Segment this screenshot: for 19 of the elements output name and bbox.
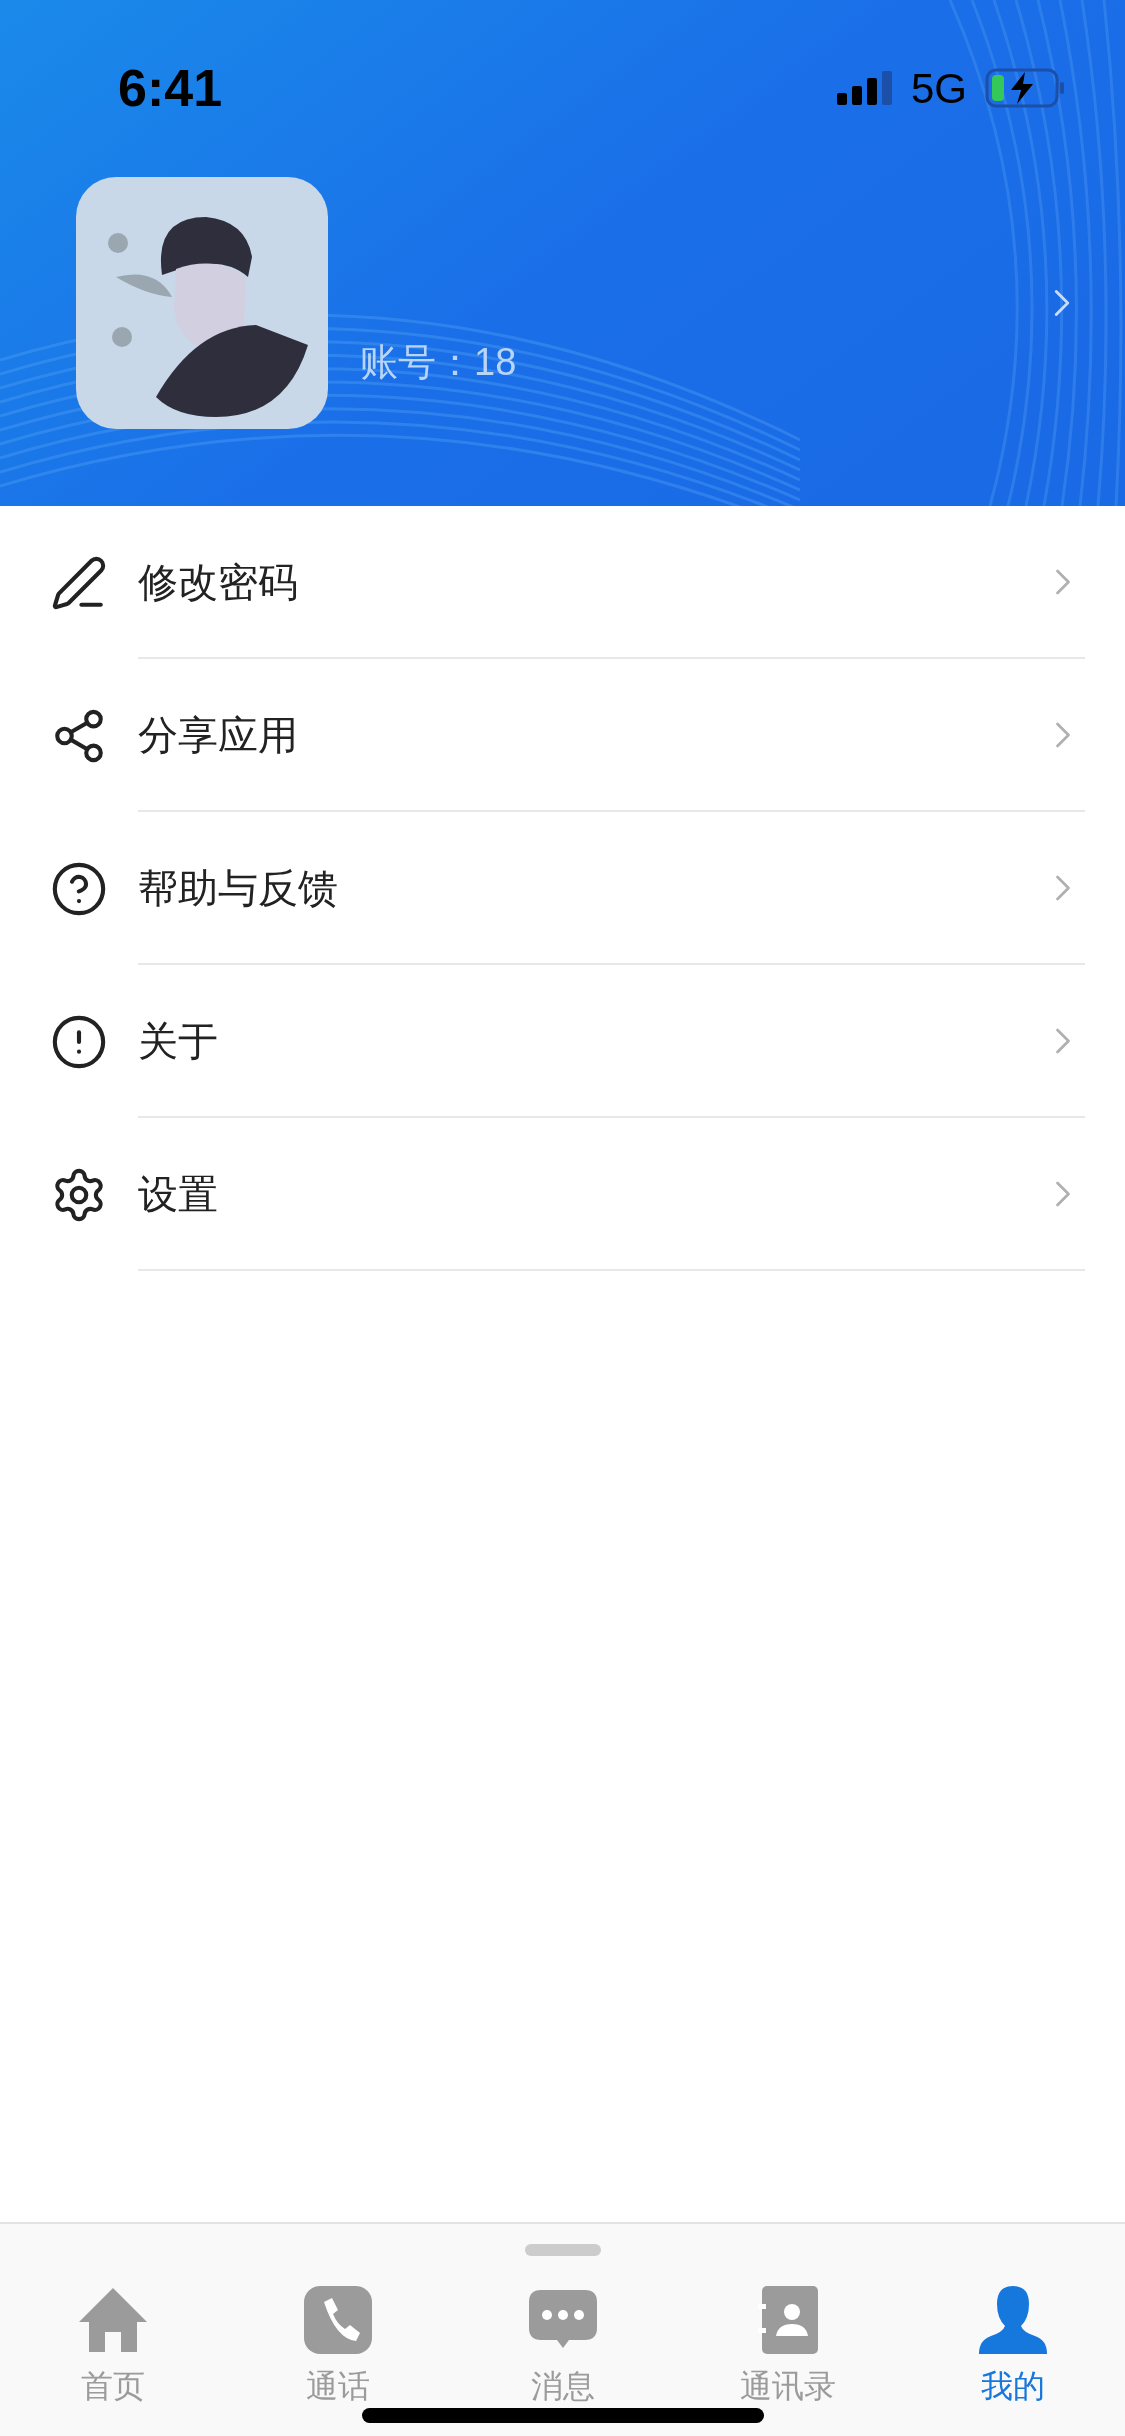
user-icon <box>976 2284 1049 2356</box>
battery-icon <box>985 68 1065 108</box>
phone-icon <box>301 2284 374 2356</box>
menu-item[interactable]: 设置 <box>0 1118 1125 1271</box>
account-label: 账号：18 <box>360 339 518 385</box>
menu-item[interactable]: 关于 <box>0 965 1125 1118</box>
menu-label: 帮助与反馈 <box>138 864 339 912</box>
status-time: 6:41 <box>118 58 223 119</box>
menu-label: 分享应用 <box>138 711 299 759</box>
menu-item[interactable]: 修改密码 <box>0 506 1125 659</box>
tab-item[interactable]: 我的 <box>900 2284 1125 2410</box>
network-label: 5G <box>910 63 967 114</box>
menu-item[interactable]: 分享应用 <box>0 659 1125 812</box>
avatar-icon <box>76 177 328 429</box>
menu-label: 修改密码 <box>138 558 299 606</box>
menu-item[interactable]: 帮助与反馈 <box>0 812 1125 965</box>
menu-label: 关于 <box>138 1017 219 1065</box>
signal-icon <box>836 71 893 105</box>
menu-label: 设置 <box>138 1170 219 1218</box>
